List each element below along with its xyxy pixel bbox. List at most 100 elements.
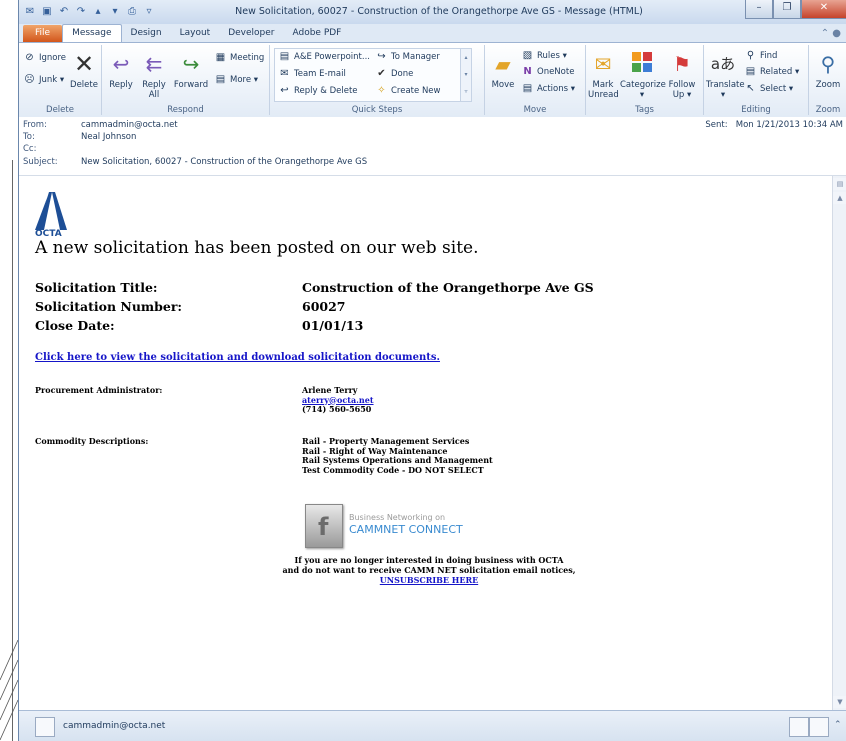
reply-delete-icon: ↩	[280, 85, 289, 96]
cammnet-connect-banner[interactable]: f Business Networking on CAMMNET CONNECT	[305, 504, 475, 548]
customize-icon[interactable]: ▿	[142, 5, 156, 19]
forward-icon: ↪	[182, 52, 200, 76]
rules-button[interactable]: ▧ Rules ▾	[521, 49, 567, 63]
desktop-hatch	[0, 640, 19, 741]
rules-icon: ▧	[522, 50, 533, 61]
minimize-button[interactable]: –	[745, 0, 773, 19]
undo-icon[interactable]: ↶	[57, 5, 71, 19]
people-pane-name[interactable]: cammadmin@octa.net	[63, 721, 165, 731]
forward-label: Forward	[173, 80, 209, 90]
close-button[interactable]: ✕	[801, 0, 846, 19]
cc-row: Cc:	[23, 144, 81, 155]
print-icon[interactable]: ⎙	[125, 5, 139, 19]
group-label-editing: Editing	[741, 105, 771, 115]
from-value[interactable]: cammadmin@octa.net	[81, 120, 178, 130]
follow-up-label-1: Follow	[668, 80, 696, 90]
to-label: To:	[23, 132, 35, 142]
forward-button[interactable]: ↪ Forward	[172, 51, 210, 90]
scroll-down-icon[interactable]: ▼	[833, 696, 846, 708]
zoom-label: Zoom	[815, 80, 841, 90]
categorize-button[interactable]: Categorize ▾	[620, 51, 666, 100]
tab-message[interactable]: Message	[62, 24, 122, 42]
message-body: OCTA A new solicitation has been posted …	[19, 176, 832, 710]
zoom-button[interactable]: ⚲ Zoom	[811, 51, 845, 90]
onenote-button[interactable]: N OneNote	[521, 65, 574, 79]
avatar[interactable]	[809, 717, 829, 737]
qs-team-email[interactable]: ✉ Team E-mail	[278, 67, 346, 81]
junk-button[interactable]: ☹ Junk ▾	[23, 73, 64, 87]
field-value-close-date: 01/01/13	[302, 318, 364, 333]
save-icon[interactable]: ▣	[40, 5, 54, 19]
down-arrow-icon[interactable]: ▾	[108, 5, 122, 19]
group-move: ▰ Move ▧ Rules ▾ N OneNote ▤ Actions ▾ Move	[485, 45, 586, 115]
ribbon-collapse-icon[interactable]: ⌃ ●	[821, 28, 841, 39]
select-label: Select ▾	[760, 84, 794, 94]
translate-icon: aあ	[710, 55, 736, 73]
follow-up-button[interactable]: ⚑ Follow Up ▾	[666, 51, 698, 100]
tab-developer[interactable]: Developer	[219, 25, 283, 42]
find-button[interactable]: ⚲ Find	[744, 49, 778, 63]
unsub-line-2: and do not want to receive CAMM NET soli…	[282, 565, 576, 575]
admin-email-link[interactable]: aterry@octa.net	[302, 395, 374, 405]
up-arrow-icon[interactable]: ▴	[91, 5, 105, 19]
create-new-icon: ✧	[377, 85, 386, 96]
quick-steps-scroll[interactable]: ▴ ▾ ▿	[460, 49, 471, 101]
expand-people-pane-icon[interactable]: ⌃	[834, 720, 842, 730]
qs-reply-delete[interactable]: ↩ Reply & Delete	[278, 84, 357, 98]
categorize-icon	[629, 51, 655, 77]
scroll-toggle-icon[interactable]: ▤	[833, 178, 846, 190]
title-bar: ✉ ▣ ↶ ↷ ▴ ▾ ⎙ ▿ New Solicitation, 60027 …	[19, 0, 846, 24]
to-value[interactable]: Neal Johnson	[81, 132, 136, 142]
move-button[interactable]: ▰ Move	[489, 51, 517, 90]
admin-label: Procurement Administrator:	[35, 385, 163, 395]
tab-adobe-pdf[interactable]: Adobe PDF	[284, 25, 351, 42]
qs-create-new[interactable]: ✧ Create New	[375, 84, 440, 98]
qs-ae-powerpoint[interactable]: ▤ A&E Powerpoint...	[278, 50, 370, 64]
mark-unread-button[interactable]: ✉ Mark Unread	[588, 51, 619, 100]
quick-access-toolbar: ✉ ▣ ↶ ↷ ▴ ▾ ⎙ ▿	[23, 4, 159, 20]
more-button[interactable]: ▤ More ▾	[214, 73, 258, 87]
reply-label: Reply	[109, 80, 133, 90]
view-solicitation-link[interactable]: Click here to view the solicitation and …	[35, 352, 440, 363]
tab-layout[interactable]: Layout	[171, 25, 220, 42]
related-button[interactable]: ▤ Related ▾	[744, 65, 800, 79]
tab-file[interactable]: File	[23, 25, 63, 42]
delete-label: Delete	[70, 80, 98, 90]
meeting-button[interactable]: ▦ Meeting	[214, 51, 265, 65]
reply-all-button[interactable]: ⇇ Reply All	[138, 51, 170, 100]
mark-unread-label-2: Unread	[588, 90, 619, 100]
delete-button[interactable]: ✕ Delete	[69, 51, 99, 90]
body-scrollbar[interactable]: ▤ ▲ ▼	[832, 176, 846, 710]
qs-to-manager[interactable]: ↪ To Manager	[375, 50, 440, 64]
envelope-icon[interactable]: ✉	[23, 5, 37, 19]
ignore-button[interactable]: ⊘ Ignore	[23, 51, 66, 65]
scroll-up-icon[interactable]: ▲	[833, 192, 846, 204]
avatar[interactable]	[35, 717, 55, 737]
unsub-line-1: If you are no longer interested in doing…	[294, 555, 564, 565]
actions-button[interactable]: ▤ Actions ▾	[521, 82, 575, 96]
admin-block: Arlene Terry aterry@octa.net (714) 560-5…	[302, 385, 374, 415]
delete-x-icon: ✕	[73, 50, 95, 78]
quick-steps-gallery: ▤ A&E Powerpoint... ✉ Team E-mail ↩ Reply &…	[274, 48, 472, 102]
meeting-icon: ▦	[215, 52, 226, 63]
ignore-icon: ⊘	[25, 52, 34, 63]
tab-design[interactable]: Design	[122, 25, 171, 42]
unsubscribe-link[interactable]: UNSUBSCRIBE HERE	[380, 575, 478, 585]
reply-button[interactable]: ↩ Reply	[106, 51, 136, 90]
more-icon: ▤	[215, 74, 226, 85]
desktop-background	[0, 0, 20, 741]
redo-icon[interactable]: ↷	[74, 5, 88, 19]
translate-button[interactable]: aあ Translate ▾	[706, 51, 745, 100]
team-email-icon: ✉	[280, 68, 289, 79]
more-label: More ▾	[230, 75, 259, 85]
reply-all-label-2: All	[148, 90, 160, 100]
junk-icon: ☹	[24, 74, 35, 85]
select-cursor-icon: ↖	[746, 83, 755, 94]
restore-button[interactable]: ❐	[773, 0, 801, 19]
avatar[interactable]	[789, 717, 809, 737]
select-button[interactable]: ↖ Select ▾	[744, 82, 793, 96]
qs-done[interactable]: ✔ Done	[375, 67, 413, 81]
sent-label: Sent:	[705, 120, 728, 130]
rules-label: Rules ▾	[537, 51, 567, 61]
actions-icon: ▤	[522, 83, 533, 94]
